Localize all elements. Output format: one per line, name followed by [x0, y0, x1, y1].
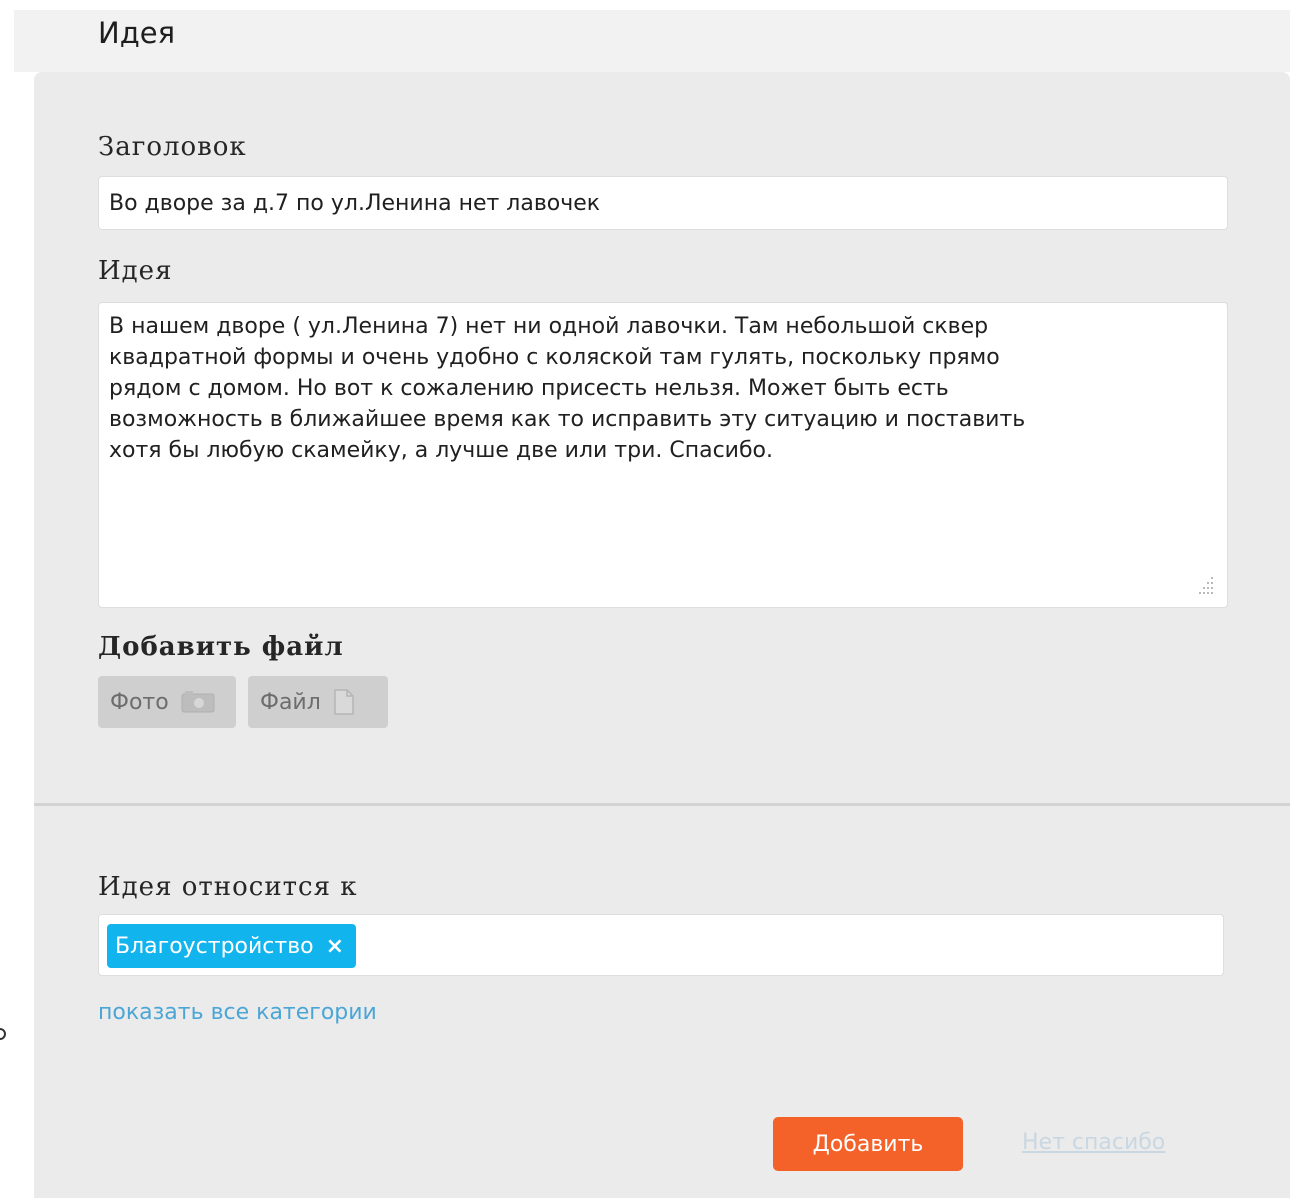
document-icon	[333, 689, 355, 715]
submit-button[interactable]: Добавить	[773, 1117, 963, 1171]
category-tag-label: Благоустройство	[115, 933, 314, 959]
add-photo-button[interactable]: Фото	[98, 676, 236, 728]
category-selector[interactable]: Благоустройство ×	[98, 914, 1224, 976]
section-divider	[34, 803, 1290, 806]
idea-textarea[interactable]: В нашем дворе ( ул.Ленина 7) нет ни одно…	[98, 302, 1228, 608]
camera-icon	[181, 691, 215, 713]
header-bar	[14, 10, 1290, 72]
add-photo-label: Фото	[110, 689, 169, 715]
show-all-categories-link[interactable]: показать все категории	[98, 1000, 377, 1025]
add-file-button[interactable]: Файл	[248, 676, 388, 728]
resize-handle-icon[interactable]	[1194, 574, 1216, 596]
page-title: Идея	[98, 16, 176, 50]
idea-field-label: Идея	[98, 256, 173, 286]
title-field-label: Заголовок	[98, 132, 247, 162]
add-file-label: Файл	[260, 689, 321, 715]
category-label: Идея относится к	[98, 872, 358, 902]
page: Идея Заголовок Идея В нашем дворе ( ул.Л…	[0, 0, 1291, 1198]
attach-file-label: Добавить файл	[98, 632, 344, 662]
decline-link[interactable]: Нет спасибо	[1022, 1130, 1165, 1155]
remove-tag-icon[interactable]: ×	[326, 934, 344, 959]
edge-circle-icon	[0, 1028, 6, 1040]
title-input[interactable]	[98, 176, 1228, 230]
category-tag: Благоустройство ×	[107, 924, 357, 968]
